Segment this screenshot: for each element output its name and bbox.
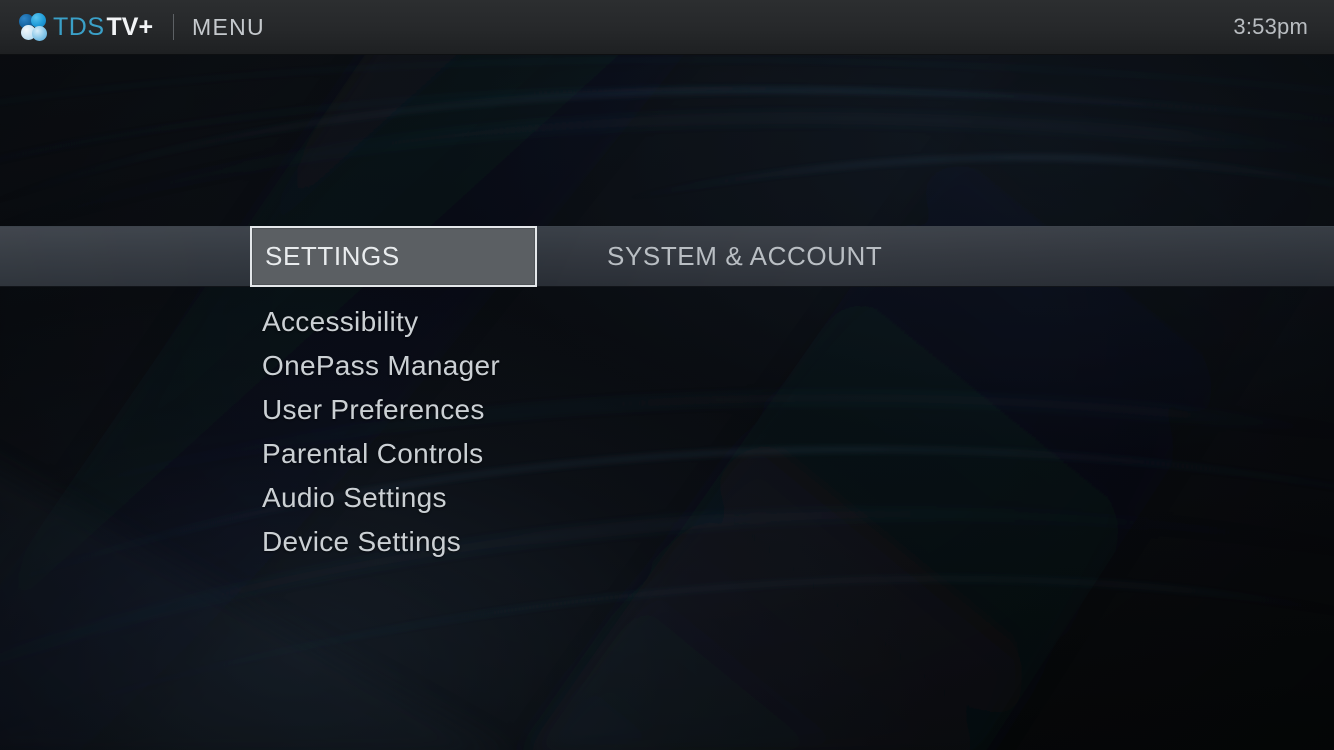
settings-item-label: OnePass Manager [262, 350, 500, 381]
app-header: TDS TV+ MENU 3:53pm [0, 0, 1334, 55]
tab-system-and-account[interactable]: SYSTEM & ACCOUNT [585, 226, 904, 287]
settings-item-device-settings[interactable]: Device Settings [262, 520, 500, 564]
header-divider-icon [173, 14, 175, 40]
tv-menu-screen: TDS TV+ MENU 3:53pm SETTINGS SYSTEM & ACC… [0, 0, 1334, 750]
brand-tds-text: TDS [53, 12, 105, 41]
settings-item-label: Accessibility [262, 306, 419, 337]
settings-menu-list: Accessibility OnePass Manager User Prefe… [262, 300, 500, 564]
settings-item-onepass-manager[interactable]: OnePass Manager [262, 344, 500, 388]
menu-title: MENU [192, 13, 265, 40]
settings-item-label: Audio Settings [262, 482, 447, 513]
background-base [0, 0, 1334, 750]
tab-bar: SETTINGS SYSTEM & ACCOUNT [250, 226, 904, 287]
tds-logo-icon [18, 12, 48, 42]
tab-settings[interactable]: SETTINGS [250, 226, 537, 287]
background-arc-artwork [0, 0, 1334, 750]
brand-logo[interactable]: TDS TV+ [18, 0, 153, 54]
settings-item-parental-controls[interactable]: Parental Controls [262, 432, 500, 476]
brand-tvplus-text: TV+ [106, 12, 154, 41]
settings-item-user-preferences[interactable]: User Preferences [262, 388, 500, 432]
clock-time: 3:53pm [1233, 14, 1308, 39]
brand-wordmark: TDS TV+ [53, 12, 154, 41]
settings-item-label: Device Settings [262, 526, 462, 557]
background-vignette [0, 0, 1334, 750]
settings-item-accessibility[interactable]: Accessibility [262, 300, 500, 344]
tab-settings-label: SETTINGS [265, 241, 400, 271]
tab-system-and-account-label: SYSTEM & ACCOUNT [607, 241, 883, 271]
settings-item-audio-settings[interactable]: Audio Settings [262, 476, 500, 520]
settings-item-label: User Preferences [262, 394, 485, 425]
settings-item-label: Parental Controls [262, 438, 484, 469]
